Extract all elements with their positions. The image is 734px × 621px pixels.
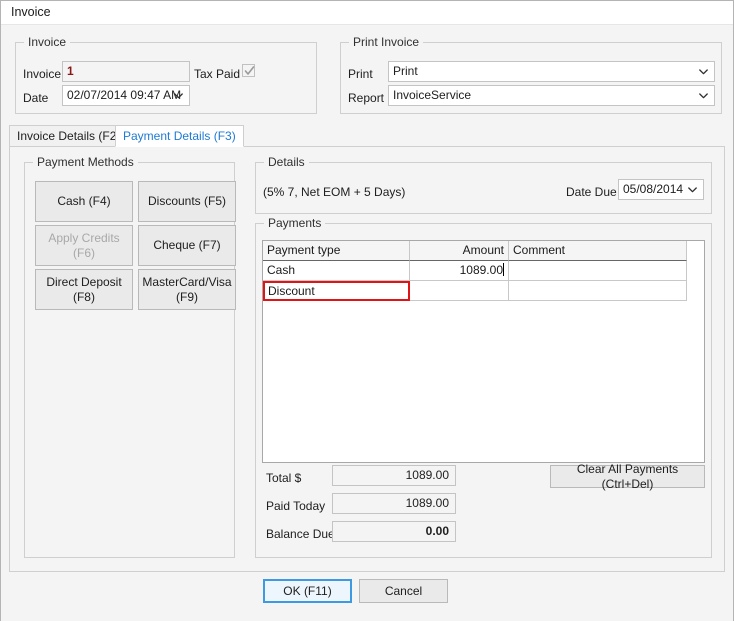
cell-payment-type[interactable]: Discount: [263, 281, 410, 301]
tabstrip: Invoice Details (F2) Payment Details (F3…: [9, 125, 725, 147]
discounts-button[interactable]: Discounts (F5): [138, 181, 236, 222]
clear-all-payments-button[interactable]: Clear All Payments (Ctrl+Del): [550, 462, 705, 491]
grid-header-row: Payment type Amount Comment: [263, 241, 704, 261]
table-row[interactable]: Discount: [263, 281, 704, 301]
balance-due-label: Balance Due: [266, 527, 335, 541]
apply-credits-button[interactable]: Apply Credits (F6): [35, 225, 133, 266]
date-due-value: 05/08/2014: [623, 182, 684, 196]
tab-invoice-details-label: Invoice Details (F2): [17, 129, 121, 143]
cell-comment[interactable]: [509, 281, 687, 301]
report-label: Report: [348, 91, 385, 105]
window-client-area: Invoice Invoice 1 Tax Paid Date 02/07/20…: [1, 25, 733, 621]
cell-payment-type[interactable]: Cash: [263, 261, 410, 281]
grid-empty-area[interactable]: [263, 301, 704, 462]
chevron-down-icon: [698, 62, 709, 81]
print-combo[interactable]: Print: [388, 61, 715, 82]
details-groupbox-title: Details: [264, 155, 309, 169]
invoice-date-label: Date: [23, 91, 49, 105]
cancel-button[interactable]: Cancel: [359, 579, 448, 603]
direct-deposit-button[interactable]: Direct Deposit (F8): [35, 269, 133, 310]
chevron-down-icon: [173, 86, 184, 105]
total-value: 1089.00: [332, 465, 456, 486]
column-header-amount[interactable]: Amount: [410, 241, 509, 261]
date-due-combo[interactable]: 05/08/2014: [618, 179, 704, 200]
print-label: Print: [348, 67, 373, 81]
mastercard-visa-button[interactable]: MasterCard/Visa (F9): [138, 269, 236, 310]
payment-methods-groupbox-title: Payment Methods: [33, 155, 138, 169]
payments-groupbox-title: Payments: [264, 216, 326, 230]
invoice-groupbox-title: Invoice: [24, 35, 71, 49]
check-icon: [244, 66, 255, 75]
cash-button[interactable]: Cash (F4): [35, 181, 133, 222]
cell-amount[interactable]: 1089.00: [410, 261, 509, 281]
text-caret: [503, 263, 504, 276]
tab-payment-details-label: Payment Details (F3): [123, 129, 236, 143]
date-due-label: Date Due: [566, 185, 617, 199]
cheque-button[interactable]: Cheque (F7): [138, 225, 236, 266]
payment-terms-text: (5% 7, Net EOM + 5 Days): [263, 185, 406, 199]
titlebar: Invoice: [1, 1, 733, 25]
report-combo[interactable]: InvoiceService: [388, 85, 715, 106]
table-row[interactable]: Cash 1089.00: [263, 261, 704, 281]
paid-today-label: Paid Today: [266, 499, 326, 513]
tab-invoice-details[interactable]: Invoice Details (F2): [9, 125, 129, 147]
invoice-date-combo[interactable]: 02/07/2014 09:47 AM: [62, 85, 190, 106]
balance-due-value: 0.00: [332, 521, 456, 542]
invoice-number-input[interactable]: 1: [62, 61, 190, 82]
report-value: InvoiceService: [393, 88, 472, 102]
invoice-date-value: 02/07/2014 09:47 AM: [67, 88, 182, 102]
print-invoice-groupbox-title: Print Invoice: [349, 35, 424, 49]
paid-today-value: 1089.00: [332, 493, 456, 514]
cell-comment[interactable]: [509, 261, 687, 281]
chevron-down-icon: [698, 86, 709, 105]
payments-grid[interactable]: Payment type Amount Comment Cash 1089.00…: [262, 240, 705, 463]
invoice-window: Invoice Invoice Invoice 1 Tax Paid Date …: [0, 0, 734, 621]
cell-amount[interactable]: [410, 281, 509, 301]
print-value: Print: [393, 64, 418, 78]
tax-paid-checkbox[interactable]: [242, 64, 255, 77]
column-header-comment[interactable]: Comment: [509, 241, 687, 261]
window-title: Invoice: [11, 5, 51, 19]
cell-amount-value: 1089.00: [459, 263, 503, 277]
chevron-down-icon: [687, 180, 698, 199]
tab-payment-details[interactable]: Payment Details (F3): [115, 125, 244, 147]
tax-paid-label: Tax Paid: [194, 67, 241, 81]
total-label: Total $: [266, 471, 302, 485]
invoice-number-label: Invoice: [23, 67, 62, 81]
column-header-payment-type[interactable]: Payment type: [263, 241, 410, 261]
ok-button[interactable]: OK (F11): [263, 579, 352, 603]
